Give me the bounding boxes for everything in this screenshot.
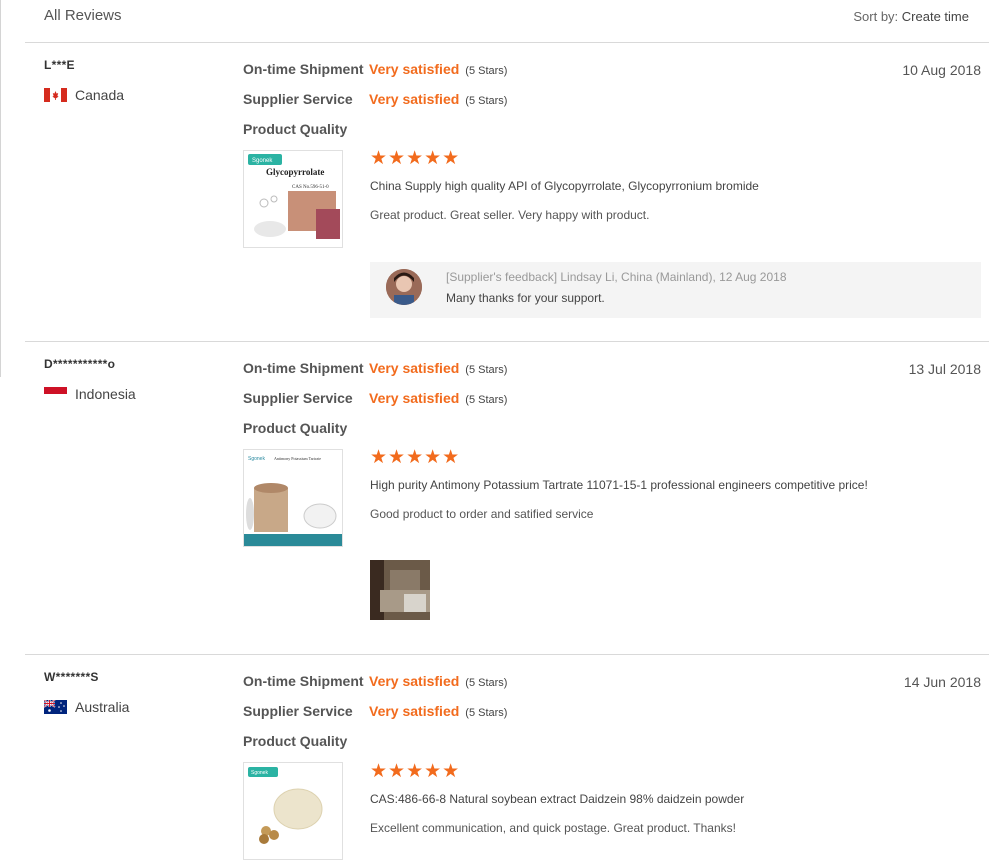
rating-row-service: Supplier Service Very satisfied (5 Stars… [243, 91, 507, 121]
supplier-avatar [386, 269, 422, 305]
review-item: W*******S Australia 14 Jun 2018 On-time … [25, 655, 989, 866]
rating-label: Product Quality [243, 420, 348, 436]
review-item: L***E Canada 10 Aug 2018 On-time Shipmen… [25, 43, 989, 342]
rating-row-quality: Product Quality [243, 121, 507, 151]
product-name[interactable]: CAS:486-66-8 Natural soybean extract Dai… [370, 792, 744, 806]
rating-label: Supplier Service [243, 703, 353, 719]
reviews-header: All Reviews Sort by: Create time [25, 0, 989, 43]
thumb-cas: CAS No.596-51-0 [292, 185, 329, 190]
rating-row-shipment: On-time Shipment Very satisfied (5 Stars… [243, 673, 507, 703]
feedback-text: Many thanks for your support. [446, 291, 605, 305]
rating-stars-text: (5 Stars) [465, 95, 508, 107]
rating-value: Very satisfied [369, 360, 460, 376]
product-thumbnail[interactable]: Sgonek Antimony Potassium Tartrate [243, 449, 343, 547]
rating-value: Very satisfied [369, 61, 460, 77]
buyer-country: Indonesia [44, 386, 136, 402]
ratings-block: On-time Shipment Very satisfied (5 Stars… [243, 61, 507, 151]
rating-label: On-time Shipment [243, 673, 364, 689]
svg-text:Sgonek: Sgonek [251, 770, 268, 776]
ratings-block: On-time Shipment Very satisfied (5 Stars… [243, 360, 507, 450]
product-thumbnail[interactable]: Sgonek [243, 762, 343, 860]
rating-label: On-time Shipment [243, 61, 364, 77]
rating-value: Very satisfied [369, 91, 460, 107]
country-name: Indonesia [75, 386, 136, 402]
rating-label: Supplier Service [243, 91, 353, 107]
rating-row-shipment: On-time Shipment Very satisfied (5 Stars… [243, 61, 507, 91]
rating-value: Very satisfied [369, 703, 460, 719]
country-name: Australia [75, 699, 130, 715]
review-text: Good product to order and satified servi… [370, 507, 594, 521]
review-item: D***********o Indonesia 13 Jul 2018 On-t… [25, 342, 989, 655]
sort-label: Sort by: [853, 9, 899, 24]
product-rating-stars: ★★★★★ [370, 447, 461, 468]
product-name[interactable]: China Supply high quality API of Glycopy… [370, 179, 759, 193]
product-rating-stars: ★★★★★ [370, 761, 461, 782]
rating-value: Very satisfied [369, 390, 460, 406]
buyer-country: Canada [44, 87, 124, 103]
left-border [0, 0, 1, 377]
review-photo[interactable] [370, 560, 430, 620]
buyer-country: Australia [44, 699, 129, 715]
rating-row-quality: Product Quality [243, 733, 507, 763]
buyer-name: D***********o [44, 357, 116, 371]
review-date: 14 Jun 2018 [903, 674, 981, 690]
svg-text:Sgonek: Sgonek [252, 158, 273, 164]
rating-label: Product Quality [243, 733, 348, 749]
indonesia-flag-icon [44, 387, 67, 401]
rating-label: Product Quality [243, 121, 348, 137]
review-text: Great product. Great seller. Very happy … [370, 208, 650, 222]
review-text: Excellent communication, and quick posta… [370, 821, 736, 835]
sort-control[interactable]: Sort by: Create time [853, 9, 969, 24]
sort-value[interactable]: Create time [902, 9, 969, 24]
rating-stars-text: (5 Stars) [465, 364, 508, 376]
rating-label: On-time Shipment [243, 360, 364, 376]
rating-stars-text: (5 Stars) [465, 707, 508, 719]
buyer-name: L***E [44, 58, 75, 72]
rating-stars-text: (5 Stars) [465, 677, 508, 689]
reviews-title: All Reviews [44, 7, 122, 24]
rating-value: Very satisfied [369, 673, 460, 689]
rating-row-service: Supplier Service Very satisfied (5 Stars… [243, 703, 507, 733]
australia-flag-icon [44, 700, 67, 714]
product-thumbnail[interactable]: Sgonek Glycopyrrolate CAS No.596-51-0 [243, 150, 343, 248]
review-date: 10 Aug 2018 [902, 62, 981, 78]
thumb-caption: Glycopyrrolate [266, 167, 324, 177]
rating-row-service: Supplier Service Very satisfied (5 Stars… [243, 390, 507, 420]
rating-stars-text: (5 Stars) [465, 65, 508, 77]
supplier-feedback: [Supplier's feedback] Lindsay Li, China … [370, 262, 981, 318]
svg-text:Sgonek: Sgonek [248, 456, 265, 462]
country-name: Canada [75, 87, 125, 103]
buyer-name: W*******S [44, 670, 99, 684]
rating-row-quality: Product Quality [243, 420, 507, 450]
rating-row-shipment: On-time Shipment Very satisfied (5 Stars… [243, 360, 507, 390]
rating-label: Supplier Service [243, 390, 353, 406]
review-date: 13 Jul 2018 [908, 361, 981, 377]
product-name[interactable]: High purity Antimony Potassium Tartrate … [370, 478, 868, 492]
canada-flag-icon [44, 88, 67, 102]
product-rating-stars: ★★★★★ [370, 148, 461, 169]
thumb-caption: Antimony Potassium Tartrate [274, 456, 321, 461]
feedback-meta: [Supplier's feedback] Lindsay Li, China … [446, 270, 787, 284]
rating-stars-text: (5 Stars) [465, 394, 508, 406]
ratings-block: On-time Shipment Very satisfied (5 Stars… [243, 673, 507, 763]
